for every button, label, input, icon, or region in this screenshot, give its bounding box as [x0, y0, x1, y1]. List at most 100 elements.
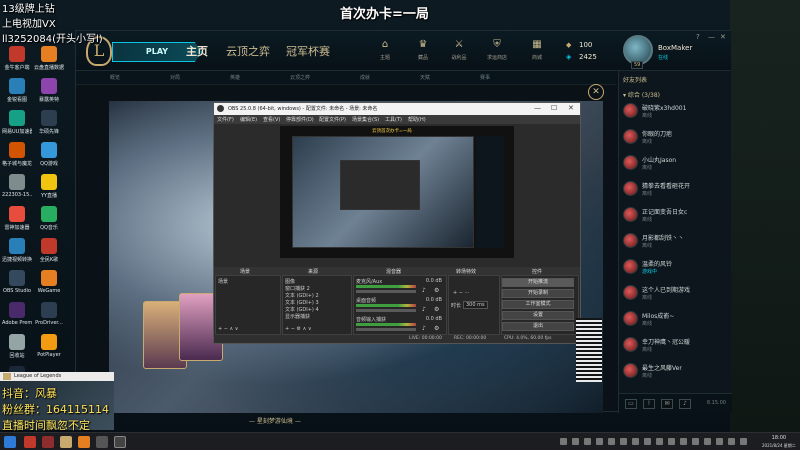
friend-row[interactable]: 月影都刮铁丶丶 离线 — [623, 231, 729, 252]
mail-icon[interactable]: ✉ — [661, 399, 673, 409]
menu-scene-collection[interactable]: 场景集合(S) — [352, 116, 379, 123]
taskbar-app[interactable] — [42, 436, 54, 448]
nav-collection[interactable]: ♛ 藏品 — [409, 39, 437, 61]
source-item[interactable]: 文本 (GDI+) 2 — [285, 292, 319, 299]
friend-row[interactable]: 温柔的风铃 游戏中 — [623, 257, 729, 278]
chat-icon[interactable]: ▭ — [625, 399, 637, 409]
tray-icon[interactable] — [656, 438, 663, 445]
nav-home[interactable]: ⌂ 主题 — [371, 39, 399, 61]
taskbar-obs[interactable] — [114, 436, 126, 448]
user-status[interactable]: 在线 — [658, 54, 668, 61]
maximize-icon[interactable]: ☐ — [551, 104, 557, 112]
tray-icon[interactable] — [584, 438, 591, 445]
tray-icon[interactable] — [728, 438, 735, 445]
desktop-icon[interactable]: 网易UU加速器 — [2, 110, 32, 135]
speaker-icon[interactable]: ♪ — [422, 287, 426, 294]
voice-icon[interactable]: ♪ — [679, 399, 691, 409]
friend-row[interactable]: 猜拳去看看砸花开 离线 — [623, 179, 729, 200]
start-recording-button[interactable]: 开始录制 — [502, 289, 574, 298]
friend-row[interactable]: Milos成嵛~ 离线 — [623, 309, 729, 330]
desktop-icon[interactable]: 222303-15... — [2, 174, 32, 198]
desktop-icon[interactable]: 格子城与魔龙 — [2, 142, 32, 167]
subtab[interactable]: 对局 — [170, 74, 180, 81]
tray-icon[interactable] — [692, 438, 699, 445]
taskbar-app[interactable] — [24, 436, 36, 448]
menu-edit[interactable]: 编辑(E) — [240, 116, 257, 123]
tray-icon[interactable] — [668, 438, 675, 445]
volume-slider[interactable] — [356, 290, 416, 293]
subtab[interactable]: 英雄 — [230, 74, 240, 81]
minimize-icon[interactable]: — — [534, 104, 541, 112]
gear-icon[interactable]: ⚙ — [434, 287, 439, 294]
gear-icon[interactable]: ⚙ — [434, 306, 439, 313]
desktop-icon[interactable]: 回收站 — [2, 334, 32, 359]
desktop-icon[interactable]: QQ音乐 — [34, 206, 64, 231]
subtab[interactable]: 云顶之弈 — [290, 74, 310, 81]
friend-row[interactable]: 最生之风藤Ver 离线 — [623, 361, 729, 382]
tray-icon[interactable] — [680, 438, 687, 445]
close-icon[interactable]: ✕ — [568, 104, 574, 112]
desktop-icon[interactable]: 暴露英特 — [34, 78, 64, 103]
friend-row[interactable]: 小山丸Jason 离线 — [623, 153, 729, 174]
mixer-channel[interactable]: 麦克风/Aux 0.0 dB ♪ ⚙ — [356, 278, 444, 298]
transition-add[interactable]: + − ⋯ — [453, 290, 470, 296]
close-icon[interactable]: ✕ — [720, 33, 726, 41]
mixer-channel[interactable]: 音频输入捕获 0.0 dB ♪ ⚙ — [356, 316, 444, 336]
clock[interactable]: 18:00 2021/8/24 星期二 — [762, 435, 796, 449]
tab-clash[interactable]: 冠军杯赛 — [286, 43, 330, 59]
volume-icon[interactable] — [740, 438, 747, 445]
desktop-icon[interactable]: 全民K歌 — [34, 238, 64, 263]
desktop-icon[interactable]: WeGame — [34, 270, 64, 294]
start-streaming-button[interactable]: 开始推流 — [502, 278, 574, 287]
friend-row[interactable]: 正记面变吾日女c 离线 — [623, 205, 729, 226]
source-item[interactable]: 文本 (GDI+) 3 — [285, 299, 319, 306]
tray-icon[interactable] — [632, 438, 639, 445]
volume-slider[interactable] — [356, 328, 416, 331]
source-item[interactable]: 图像 — [285, 278, 295, 285]
desktop-icon[interactable]: 金锐看图 — [2, 78, 32, 103]
settings-button[interactable]: 设置 — [502, 311, 574, 320]
studio-mode-button[interactable]: 工作室模式 — [502, 300, 574, 309]
desktop-icon[interactable]: QQ游戏 — [34, 142, 64, 167]
menu-view[interactable]: 查看(V) — [263, 116, 280, 123]
tray-icon[interactable] — [596, 438, 603, 445]
scene-item[interactable]: 场景 — [218, 278, 228, 285]
menu-help[interactable]: 帮助(H) — [408, 116, 426, 123]
tray-icon[interactable] — [644, 438, 651, 445]
subtab[interactable]: 赛事 — [480, 74, 490, 81]
obs-preview[interactable]: 云顶首次办卡=一局 — [280, 126, 514, 258]
mixer-channel[interactable]: 桌面音频 0.0 dB ♪ ⚙ — [356, 297, 444, 317]
nav-event-shop[interactable]: ⛨ 求运商店 — [483, 39, 511, 61]
desktop-icon[interactable]: Adobe Premie... — [2, 302, 32, 326]
tab-tft[interactable]: 云顶之弈 — [226, 43, 270, 59]
taskbar-app[interactable] — [96, 436, 108, 448]
source-item[interactable]: 文本 (GDI+) 4 — [285, 306, 319, 313]
taskbar-app[interactable] — [60, 436, 72, 448]
subtab[interactable]: 成就 — [360, 74, 370, 81]
exit-button[interactable]: 退出 — [502, 322, 574, 331]
tray-icon[interactable] — [716, 438, 723, 445]
tray-icon[interactable] — [560, 438, 567, 445]
speaker-icon[interactable]: ♪ — [422, 325, 426, 332]
volume-slider[interactable] — [356, 309, 416, 312]
tray-icon[interactable] — [608, 438, 615, 445]
friend-row[interactable]: 幸刀神鹰丶冠公暖 离线 — [623, 335, 729, 356]
nav-loot[interactable]: ⚔ 战利品 — [445, 39, 473, 61]
source-toolbar[interactable]: + − ⚙ ∧ ∨ — [285, 326, 312, 332]
speaker-icon[interactable]: ♪ — [422, 306, 426, 313]
friend-row[interactable]: 这个人已到期游戏 离线 — [623, 283, 729, 304]
menu-tools[interactable]: 工具(T) — [385, 116, 402, 123]
scene-toolbar[interactable]: + − ∧ ∨ — [218, 326, 238, 332]
tray-icon[interactable] — [704, 438, 711, 445]
friends-group[interactable]: ▾ 综合 (3/38) — [623, 90, 660, 99]
desktop-icon[interactable]: 云盘直播数据 — [34, 46, 64, 71]
desktop-icon[interactable]: OBS Studio — [2, 270, 32, 294]
desktop-icon[interactable]: 金牛客户端 — [2, 46, 32, 71]
source-item[interactable]: 窗口捕获 2 — [285, 285, 310, 292]
close-icon[interactable]: ✕ — [588, 84, 604, 100]
minimize-icon[interactable]: — — [708, 33, 715, 41]
menu-file[interactable]: 文件(F) — [217, 116, 234, 123]
taskbar-app[interactable] — [78, 436, 90, 448]
start-icon[interactable] — [4, 436, 16, 448]
friend-row[interactable]: 破晓紫x3hd001 离线 — [623, 101, 729, 122]
